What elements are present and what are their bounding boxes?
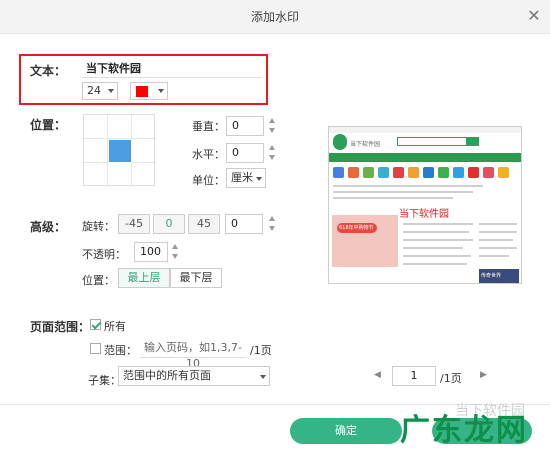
preview-site-title: 当下软件园 bbox=[350, 141, 381, 148]
range-total: /1页 bbox=[250, 344, 272, 357]
subset-value: 范围中的所有页面 bbox=[123, 369, 211, 382]
horizontal-label: 水平： bbox=[192, 148, 225, 161]
next-page-icon[interactable]: ▶ bbox=[480, 370, 487, 380]
rotation-input[interactable]: 0 bbox=[225, 214, 263, 234]
opacity-input[interactable]: 100 bbox=[134, 242, 168, 262]
subset-select[interactable]: 范围中的所有页面 bbox=[118, 366, 270, 386]
preview-text-line bbox=[403, 223, 473, 225]
opacity-label: 不透明： bbox=[82, 248, 126, 261]
preview-app-icon bbox=[378, 167, 389, 178]
preview-app-icon bbox=[438, 167, 449, 178]
dialog-title: 添加水印 bbox=[250, 10, 299, 24]
color-picker[interactable] bbox=[130, 82, 168, 100]
rotation-preset-45[interactable]: 45 bbox=[188, 214, 220, 234]
preview-text-line bbox=[479, 255, 509, 257]
range-checkbox[interactable] bbox=[90, 343, 101, 354]
watermark-text-input[interactable]: 当下软件园 bbox=[82, 60, 262, 78]
preview-search-button bbox=[467, 137, 479, 146]
chevron-down-icon bbox=[108, 89, 114, 93]
preview-text-line bbox=[403, 263, 467, 265]
preview-app-icon bbox=[483, 167, 494, 178]
position-grid bbox=[83, 114, 156, 187]
ok-button[interactable]: 确定 bbox=[290, 418, 402, 444]
preview-search-box bbox=[397, 137, 467, 146]
page-total: /1页 bbox=[440, 372, 462, 385]
chevron-down-icon bbox=[256, 177, 262, 181]
grid-cell-middle-left[interactable] bbox=[84, 139, 108, 163]
preview-text-line bbox=[403, 247, 463, 249]
grid-cell-center[interactable] bbox=[109, 140, 131, 162]
preview-app-icon bbox=[333, 167, 344, 178]
chevron-down-icon bbox=[158, 89, 164, 93]
preview-text-line bbox=[333, 185, 483, 187]
preview-app-icon bbox=[348, 167, 359, 178]
preview-text-line bbox=[479, 223, 517, 225]
grid-cell-top-center[interactable] bbox=[108, 115, 132, 139]
font-size-select[interactable]: 24 bbox=[82, 82, 118, 100]
rotation-preset-minus45[interactable]: -45 bbox=[118, 214, 150, 234]
preview-app-icon bbox=[468, 167, 479, 178]
grid-cell-middle-right[interactable] bbox=[132, 139, 156, 163]
vertical-stepper[interactable] bbox=[268, 116, 276, 136]
watermark-preview: 当下软件园 当下软件园 618年中购物节 传奇世界 bbox=[328, 126, 522, 284]
advanced-label: 高级： bbox=[30, 220, 67, 234]
preview-text-line bbox=[403, 231, 469, 233]
close-icon[interactable]: ✕ bbox=[524, 6, 544, 26]
preview-text-line bbox=[479, 231, 517, 233]
preview-app-icon bbox=[453, 167, 464, 178]
preview-banner-text: 618年中购物节 bbox=[339, 225, 374, 231]
preview-text-line bbox=[403, 255, 471, 257]
color-swatch bbox=[136, 86, 148, 97]
rotation-preset-0[interactable]: 0 bbox=[153, 214, 185, 234]
unit-value: 厘米 bbox=[231, 171, 253, 184]
font-size-value: 24 bbox=[87, 84, 101, 97]
unit-select[interactable]: 厘米 bbox=[226, 168, 266, 188]
preview-text-line bbox=[479, 247, 517, 249]
vertical-label: 垂直： bbox=[192, 120, 225, 133]
position-label: 位置： bbox=[30, 118, 67, 132]
rotation-stepper[interactable] bbox=[268, 214, 276, 234]
grid-cell-bottom-right[interactable] bbox=[132, 163, 156, 187]
preview-app-icon bbox=[423, 167, 434, 178]
prev-page-icon[interactable]: ◀ bbox=[374, 370, 381, 380]
range-label: 范围： bbox=[104, 344, 137, 357]
rotation-label: 旋转： bbox=[82, 220, 115, 233]
preview-logo-icon bbox=[333, 134, 347, 150]
page-range-label: 页面范围： bbox=[30, 320, 91, 334]
opacity-stepper[interactable] bbox=[171, 242, 179, 262]
all-pages-label: 所有 bbox=[104, 320, 126, 333]
preview-text-line bbox=[479, 239, 513, 241]
grid-cell-bottom-center[interactable] bbox=[108, 163, 132, 187]
layer-label: 位置： bbox=[82, 274, 115, 287]
range-input[interactable]: 输入页码，如1,3,7-10 bbox=[140, 340, 246, 370]
layer-top-button[interactable]: 最上层 bbox=[118, 268, 170, 288]
all-pages-checkbox[interactable] bbox=[90, 319, 101, 330]
preview-app-icon bbox=[393, 167, 404, 178]
subset-label: 子集： bbox=[88, 374, 121, 387]
grid-cell-top-right[interactable] bbox=[132, 115, 156, 139]
preview-text-line bbox=[403, 239, 473, 241]
preview-text-line bbox=[333, 191, 473, 193]
horizontal-stepper[interactable] bbox=[268, 143, 276, 163]
preview-app-icon bbox=[408, 167, 419, 178]
watermark-overlay-brand: 广东龙网 bbox=[400, 413, 528, 448]
horizontal-input[interactable]: 0 bbox=[226, 143, 264, 163]
grid-cell-bottom-left[interactable] bbox=[84, 163, 108, 187]
page-number-input[interactable]: 1 bbox=[392, 366, 436, 386]
preview-watermark-text: 当下软件园 bbox=[399, 209, 449, 220]
text-label: 文本： bbox=[30, 64, 67, 78]
layer-bottom-button[interactable]: 最下层 bbox=[170, 268, 222, 288]
preview-game-text: 传奇世界 bbox=[481, 273, 502, 279]
grid-cell-top-left[interactable] bbox=[84, 115, 108, 139]
preview-text-line bbox=[333, 197, 453, 199]
preview-app-icon bbox=[498, 167, 509, 178]
chevron-down-icon bbox=[260, 375, 266, 379]
preview-app-icon bbox=[363, 167, 374, 178]
unit-label: 单位： bbox=[192, 174, 225, 187]
vertical-input[interactable]: 0 bbox=[226, 116, 264, 136]
preview-topbar bbox=[329, 127, 521, 133]
preview-nav-bar bbox=[329, 153, 521, 162]
